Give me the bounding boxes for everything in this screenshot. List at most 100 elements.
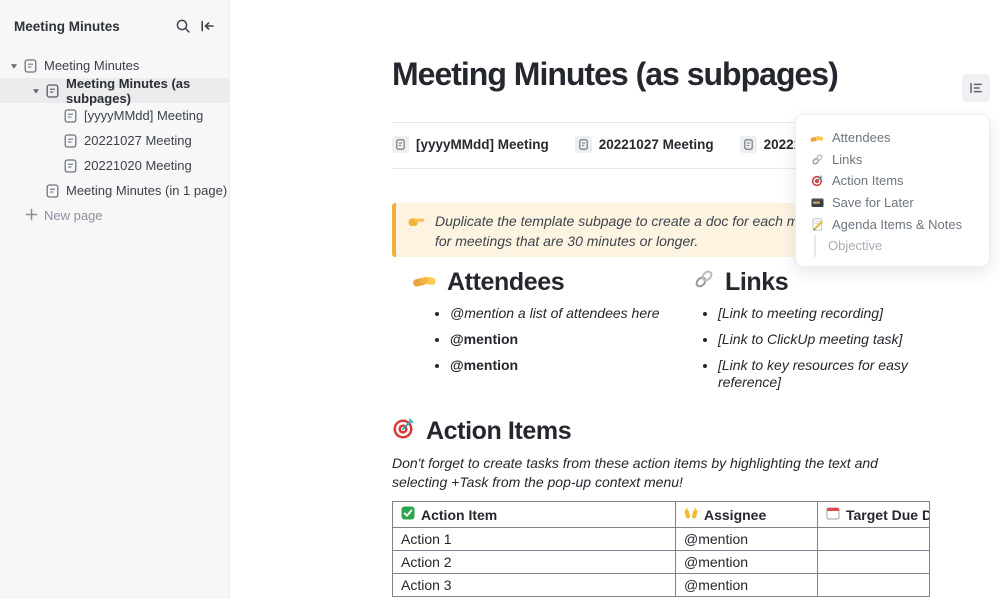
chevron-down-icon[interactable] [30,85,42,97]
page-icon [62,158,78,174]
target-icon [810,174,824,187]
outline-toggle-button[interactable] [962,74,990,102]
links-list: [Link to meeting recording] [Link to Cli… [693,305,928,391]
sidebar-item-meeting-minutes[interactable]: Meeting Minutes [0,53,229,78]
header-action-item[interactable]: Action Item [393,502,676,528]
page-icon [575,136,592,153]
sidebar-item-meeting-minutes-in-1-page[interactable]: Meeting Minutes (in 1 page) [0,178,229,203]
sidebar-item-label: Meeting Minutes (in 1 page) [66,183,227,198]
list-item[interactable]: [Link to ClickUp meeting task] [718,331,928,348]
sidebar-item-label: 20221027 Meeting [84,133,192,148]
outline-subitem-label: Objective [828,238,882,253]
handshake-icon [810,132,824,144]
new-page-label: New page [44,208,103,223]
collapse-sidebar-icon[interactable] [198,17,216,35]
plus-icon [25,208,38,224]
subpage-chip-label: [yyyyMMdd] Meeting [416,137,549,152]
list-item[interactable]: @mention [450,331,693,348]
callout-text: Duplicate the template subpage to create… [435,211,837,249]
cell-due[interactable] [818,528,930,551]
list-item[interactable]: [Link to key resources for easy referenc… [718,357,928,391]
header-assignee[interactable]: Assignee [676,502,818,528]
two-column-section: Attendees @mention a list of attendees h… [392,268,928,400]
attendees-heading: Attendees [412,268,693,297]
page-icon [62,133,78,149]
list-item[interactable]: @mention [450,357,693,374]
cell-action[interactable]: Action 3 [393,574,676,597]
cell-action[interactable]: Action 2 [393,551,676,574]
save-icon [810,196,824,209]
page-tree: Meeting Minutes Meeting Minutes (as subp… [0,53,229,228]
chevron-down-icon[interactable] [8,60,20,72]
sidebar-item-20221020-meeting[interactable]: 20221020 Meeting [0,153,229,178]
outline-item-attendees[interactable]: Attendees [810,127,981,149]
page-icon [22,58,38,74]
list-item[interactable]: @mention a list of attendees here [450,305,693,322]
page-icon [740,136,757,153]
cell-due[interactable] [818,574,930,597]
sidebar-item-20221027-meeting[interactable]: 20221027 Meeting [0,128,229,153]
table-header-row: Action Item Assignee Target Due Date [393,502,930,528]
raised-hands-icon [684,506,698,523]
cell-due[interactable] [818,551,930,574]
page-icon [62,108,78,124]
sidebar-item-meeting-minutes-as-subpages[interactable]: Meeting Minutes (as subpages) [0,78,229,103]
cell-assignee[interactable]: @mention [676,574,818,597]
cell-assignee[interactable]: @mention [676,551,818,574]
header-target-due-date[interactable]: Target Due Date [818,502,930,528]
outline-item-label: Agenda Items & Notes [832,217,962,232]
outline-item-label: Action Items [832,173,904,188]
outline-item-action-items[interactable]: Action Items [810,170,981,192]
page-title: Meeting Minutes (as subpages) [392,56,838,93]
cell-action[interactable]: Action 1 [393,528,676,551]
new-page-button[interactable]: New page [0,203,229,228]
sidebar-title: Meeting Minutes [14,19,168,34]
app-window: Meeting Minutes Meeting Minutes Meeting … [0,0,1000,599]
sidebar-item-label: [yyyyMMdd] Meeting [84,108,203,123]
target-icon [392,416,416,447]
search-icon[interactable] [174,17,192,35]
sidebar: Meeting Minutes Meeting Minutes Meeting … [0,0,230,599]
outline-item-links[interactable]: Links [810,149,981,171]
list-item[interactable]: [Link to meeting recording] [718,305,928,322]
sidebar-item-label: Meeting Minutes (as subpages) [66,76,229,106]
sidebar-item-yyyymmdd-meeting[interactable]: [yyyyMMdd] Meeting [0,103,229,128]
subpage-chip-yyyymmdd[interactable]: [yyyyMMdd] Meeting [392,136,549,153]
attendees-column: Attendees @mention a list of attendees h… [392,268,693,400]
outline-item-agenda-items-notes[interactable]: Agenda Items & Notes [810,213,981,235]
action-items-note: Don't forget to create tasks from these … [392,454,929,492]
cell-assignee[interactable]: @mention [676,528,818,551]
sidebar-item-label: Meeting Minutes [44,58,139,73]
link-icon [693,268,715,297]
links-heading: Links [693,268,928,297]
calendar-icon [826,506,840,523]
callout-line-2: for meetings that are 30 minutes or long… [435,231,837,251]
outline-icon [968,80,984,96]
subpage-chip-20221027[interactable]: 20221027 Meeting [575,136,714,153]
attendees-list: @mention a list of attendees here @menti… [412,305,693,374]
sidebar-header: Meeting Minutes [0,0,229,43]
action-items-heading: Action Items [392,416,929,447]
table-row: Action 3 @mention [393,574,930,597]
subpage-chip-label: 20221027 Meeting [599,137,714,152]
outline-item-label: Attendees [832,130,891,145]
action-items-table: Action Item Assignee Target Due Date [392,501,930,597]
callout-line-1: Duplicate the template subpage to create… [435,211,837,231]
outline-item-objective[interactable]: Objective [814,235,981,257]
check-icon [401,506,415,523]
pointing-right-icon [408,215,425,249]
outline-panel: Attendees Links Action Items Save for La… [795,114,990,267]
links-title: Links [725,268,788,297]
link-icon [810,153,824,166]
memo-icon [810,218,824,231]
page-icon [44,183,60,199]
outline-item-label: Save for Later [832,195,914,210]
outline-item-save-for-later[interactable]: Save for Later [810,192,981,214]
outline-item-label: Links [832,152,862,167]
sidebar-item-label: 20221020 Meeting [84,158,192,173]
table-row: Action 2 @mention [393,551,930,574]
attendees-title: Attendees [447,268,564,297]
handshake-icon [412,268,437,297]
action-items-title: Action Items [426,417,571,446]
links-column: Links [Link to meeting recording] [Link … [693,268,928,400]
